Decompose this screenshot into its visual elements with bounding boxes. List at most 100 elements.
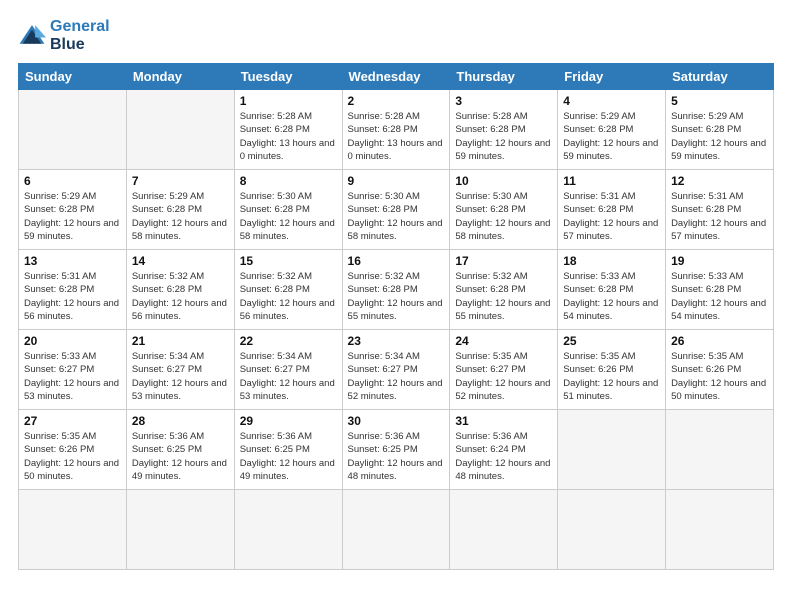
day-info: Sunrise: 5:33 AMSunset: 6:27 PMDaylight:… [24,350,121,403]
calendar-body: 1 Sunrise: 5:28 AMSunset: 6:28 PMDaylight… [19,90,774,570]
day-number: 1 [240,94,337,108]
day-info: Sunrise: 5:36 AMSunset: 6:25 PMDaylight:… [348,430,445,483]
day-info: Sunrise: 5:29 AMSunset: 6:28 PMDaylight:… [132,190,229,243]
day-number: 5 [671,94,768,108]
calendar-cell: 13 Sunrise: 5:31 AMSunset: 6:28 PMDayligh… [19,250,127,330]
day-info: Sunrise: 5:31 AMSunset: 6:28 PMDaylight:… [671,190,768,243]
weekday-header: Tuesday [234,64,342,90]
day-number: 12 [671,174,768,188]
day-info: Sunrise: 5:35 AMSunset: 6:26 PMDaylight:… [563,350,660,403]
day-info: Sunrise: 5:30 AMSunset: 6:28 PMDaylight:… [455,190,552,243]
day-number: 15 [240,254,337,268]
calendar-cell: 17 Sunrise: 5:32 AMSunset: 6:28 PMDayligh… [450,250,558,330]
day-number: 7 [132,174,229,188]
day-info: Sunrise: 5:32 AMSunset: 6:28 PMDaylight:… [132,270,229,323]
day-number: 23 [348,334,445,348]
day-info: Sunrise: 5:32 AMSunset: 6:28 PMDaylight:… [240,270,337,323]
calendar-cell: 24 Sunrise: 5:35 AMSunset: 6:27 PMDayligh… [450,330,558,410]
calendar-cell: 7 Sunrise: 5:29 AMSunset: 6:28 PMDaylight… [126,170,234,250]
day-number: 17 [455,254,552,268]
day-number: 4 [563,94,660,108]
weekday-header: Saturday [666,64,774,90]
day-info: Sunrise: 5:29 AMSunset: 6:28 PMDaylight:… [671,110,768,163]
calendar-cell: 23 Sunrise: 5:34 AMSunset: 6:27 PMDayligh… [342,330,450,410]
calendar-cell [450,490,558,570]
weekday-row: SundayMondayTuesdayWednesdayThursdayFrid… [19,64,774,90]
day-number: 8 [240,174,337,188]
calendar-cell [126,90,234,170]
calendar-row: 13 Sunrise: 5:31 AMSunset: 6:28 PMDayligh… [19,250,774,330]
calendar-cell: 11 Sunrise: 5:31 AMSunset: 6:28 PMDayligh… [558,170,666,250]
weekday-header: Wednesday [342,64,450,90]
calendar-cell: 18Sunrise: 5:33 AMSunset: 6:28 PMDayligh… [558,250,666,330]
day-number: 26 [671,334,768,348]
day-number: 31 [455,414,552,428]
day-info: Sunrise: 5:36 AMSunset: 6:25 PMDaylight:… [132,430,229,483]
day-number: 27 [24,414,121,428]
day-number: 25 [563,334,660,348]
day-number: 24 [455,334,552,348]
day-number: 19 [671,254,768,268]
day-info: Sunrise: 5:34 AMSunset: 6:27 PMDaylight:… [348,350,445,403]
calendar-cell: 22Sunrise: 5:34 AMSunset: 6:27 PMDayligh… [234,330,342,410]
calendar-cell: 26Sunrise: 5:35 AMSunset: 6:26 PMDayligh… [666,330,774,410]
day-number: 29 [240,414,337,428]
day-number: 18 [563,254,660,268]
calendar-cell: 15 Sunrise: 5:32 AMSunset: 6:28 PMDayligh… [234,250,342,330]
day-info: Sunrise: 5:32 AMSunset: 6:28 PMDaylight:… [348,270,445,323]
calendar-cell: 3Sunrise: 5:28 AMSunset: 6:28 PMDaylight… [450,90,558,170]
calendar-row: 20 Sunrise: 5:33 AMSunset: 6:27 PMDayligh… [19,330,774,410]
logo: GeneralBlue [18,18,110,53]
day-number: 9 [348,174,445,188]
calendar-cell: 31 Sunrise: 5:36 AMSunset: 6:24 PMDayligh… [450,410,558,490]
calendar-cell: 30 Sunrise: 5:36 AMSunset: 6:25 PMDayligh… [342,410,450,490]
calendar-cell [666,410,774,490]
calendar-table: SundayMondayTuesdayWednesdayThursdayFrid… [18,63,774,570]
calendar-cell: 4Sunrise: 5:29 AMSunset: 6:28 PMDaylight… [558,90,666,170]
calendar-cell [558,410,666,490]
day-info: Sunrise: 5:30 AMSunset: 6:28 PMDaylight:… [240,190,337,243]
day-number: 11 [563,174,660,188]
calendar-cell [19,90,127,170]
calendar-cell [342,490,450,570]
day-number: 10 [455,174,552,188]
day-info: Sunrise: 5:30 AMSunset: 6:28 PMDaylight:… [348,190,445,243]
day-info: Sunrise: 5:33 AMSunset: 6:28 PMDaylight:… [671,270,768,323]
day-info: Sunrise: 5:35 AMSunset: 6:26 PMDaylight:… [24,430,121,483]
calendar-cell [234,490,342,570]
calendar-row: 1 Sunrise: 5:28 AMSunset: 6:28 PMDaylight… [19,90,774,170]
day-info: Sunrise: 5:36 AMSunset: 6:24 PMDaylight:… [455,430,552,483]
calendar-cell: 21 Sunrise: 5:34 AMSunset: 6:27 PMDayligh… [126,330,234,410]
calendar-cell: 1Sunrise: 5:28 AMSunset: 6:28 PMDaylight… [234,90,342,170]
calendar-header: SundayMondayTuesdayWednesdayThursdayFrid… [19,64,774,90]
day-info: Sunrise: 5:28 AMSunset: 6:28 PMDaylight:… [455,110,552,163]
calendar-cell [19,490,127,570]
day-info: Sunrise: 5:32 AMSunset: 6:28 PMDaylight:… [455,270,552,323]
calendar-cell: 9 Sunrise: 5:30 AMSunset: 6:28 PMDaylight… [342,170,450,250]
calendar-cell: 10 Sunrise: 5:30 AMSunset: 6:28 PMDayligh… [450,170,558,250]
calendar-cell: 12 Sunrise: 5:31 AMSunset: 6:28 PMDayligh… [666,170,774,250]
weekday-header: Sunday [19,64,127,90]
calendar-cell [558,490,666,570]
calendar-cell: 28Sunrise: 5:36 AMSunset: 6:25 PMDayligh… [126,410,234,490]
day-info: Sunrise: 5:34 AMSunset: 6:27 PMDaylight:… [132,350,229,403]
calendar-cell: 27 Sunrise: 5:35 AMSunset: 6:26 PMDayligh… [19,410,127,490]
calendar-cell [666,490,774,570]
day-number: 14 [132,254,229,268]
calendar-row: 27 Sunrise: 5:35 AMSunset: 6:26 PMDayligh… [19,410,774,490]
day-number: 21 [132,334,229,348]
day-info: Sunrise: 5:31 AMSunset: 6:28 PMDaylight:… [563,190,660,243]
calendar-cell: 5 Sunrise: 5:29 AMSunset: 6:28 PMDaylight… [666,90,774,170]
calendar-cell: 6Sunrise: 5:29 AMSunset: 6:28 PMDaylight… [19,170,127,250]
calendar-cell: 25 Sunrise: 5:35 AMSunset: 6:26 PMDayligh… [558,330,666,410]
header: GeneralBlue [18,18,774,53]
day-number: 20 [24,334,121,348]
day-info: Sunrise: 5:35 AMSunset: 6:27 PMDaylight:… [455,350,552,403]
day-info: Sunrise: 5:36 AMSunset: 6:25 PMDaylight:… [240,430,337,483]
day-info: Sunrise: 5:31 AMSunset: 6:28 PMDaylight:… [24,270,121,323]
calendar-cell: 20 Sunrise: 5:33 AMSunset: 6:27 PMDayligh… [19,330,127,410]
page: GeneralBlue SundayMondayTuesdayWednesday… [0,0,792,612]
day-number: 13 [24,254,121,268]
day-number: 30 [348,414,445,428]
calendar-cell [126,490,234,570]
